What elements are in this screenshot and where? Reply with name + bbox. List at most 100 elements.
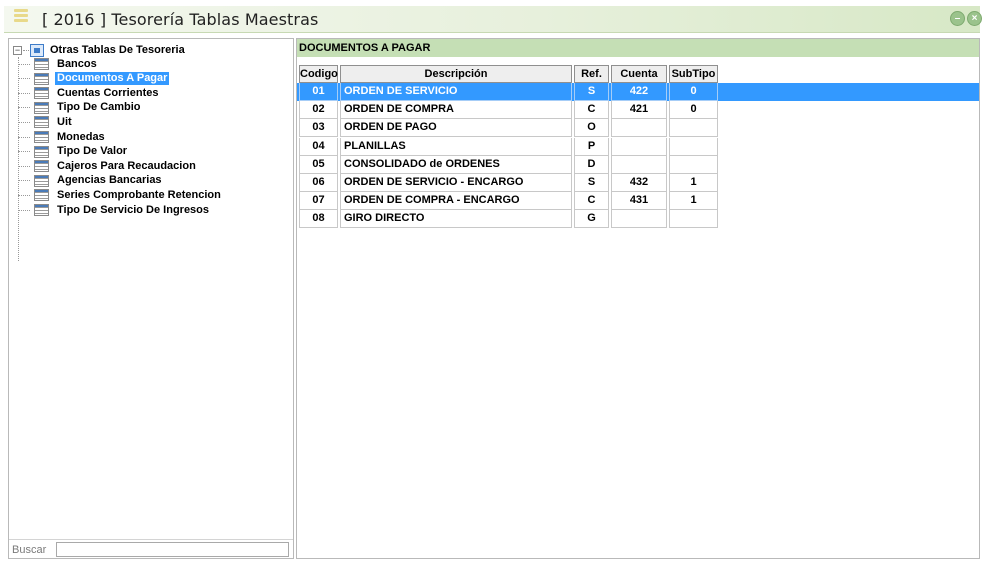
cell-descripcion[interactable]: ORDEN DE SERVICIO	[340, 83, 572, 101]
cell-cuenta[interactable]	[611, 155, 667, 174]
close-circle-icon[interactable]: ×	[967, 11, 982, 26]
cell-codigo[interactable]: 02	[299, 101, 338, 120]
table-icon	[34, 160, 49, 173]
table-icon	[34, 131, 49, 143]
column-header-subtipo[interactable]: SubTipo	[669, 65, 718, 83]
tree-item-label: Tipo De Cambio	[57, 101, 141, 114]
cell-subtipo[interactable]: 1	[669, 192, 718, 211]
table-icon	[34, 58, 49, 70]
cell-subtipo[interactable]	[669, 119, 718, 138]
cell-codigo[interactable]: 07	[299, 192, 338, 211]
cell-descripcion[interactable]: CONSOLIDADO de ORDENES	[340, 155, 572, 174]
cell-cuenta[interactable]: 431	[611, 192, 667, 211]
cell-descripcion[interactable]: GIRO DIRECTO	[340, 210, 572, 229]
detail-panel: DOCUMENTOS A PAGAR Codigo Descripción Re…	[296, 38, 980, 559]
table-row[interactable]: 02 ORDEN DE COMPRA C 421 0	[297, 101, 979, 120]
tree-item[interactable]: Bancos	[18, 57, 99, 71]
cell-subtipo[interactable]: 0	[669, 83, 718, 101]
search-label: Buscar	[12, 544, 47, 556]
cell-descripcion[interactable]: ORDEN DE PAGO	[340, 119, 572, 138]
table-icon	[34, 204, 49, 216]
cell-codigo[interactable]: 06	[299, 174, 338, 192]
cell-descripcion[interactable]: ORDEN DE COMPRA	[340, 101, 572, 120]
table-icon	[34, 189, 49, 202]
minimize-circle-icon[interactable]: –	[950, 11, 965, 26]
tree-item[interactable]: Cajeros Para Recaudacion	[18, 159, 198, 173]
tree-item-label: Series Comprobante Retencion	[57, 188, 221, 201]
column-header-cuenta[interactable]: Cuenta	[611, 65, 667, 83]
grid-header-row: Codigo Descripción Ref. Cuenta SubTipo	[297, 65, 979, 83]
tree-item[interactable]: Uit	[18, 115, 74, 129]
tree-item[interactable]: Documentos A Pagar	[18, 72, 170, 86]
cell-ref[interactable]: P	[574, 137, 609, 156]
tree-item-label: Tipo De Valor	[57, 145, 128, 158]
cell-codigo[interactable]: 03	[299, 119, 338, 138]
cell-cuenta[interactable]	[611, 137, 667, 156]
table-row[interactable]: 08 GIRO DIRECTO G	[297, 210, 979, 229]
tree-root-label: Otras Tablas De Tesoreria	[50, 44, 185, 56]
column-header-codigo[interactable]: Codigo	[299, 65, 338, 83]
table-icon	[34, 72, 49, 85]
cell-codigo[interactable]: 08	[299, 210, 338, 229]
cell-subtipo[interactable]	[669, 137, 718, 156]
tree-root[interactable]: − Otras Tablas De Tesoreria	[13, 43, 185, 57]
cell-subtipo[interactable]: 0	[669, 101, 718, 120]
tree-panel: − Otras Tablas De Tesoreria Bancos Docume…	[8, 38, 294, 559]
cell-descripcion[interactable]: PLANILLAS	[340, 137, 572, 156]
tree-item-label: Agencias Bancarias	[57, 174, 162, 187]
cell-descripcion[interactable]: ORDEN DE COMPRA - ENCARGO	[340, 192, 572, 211]
cell-ref[interactable]: C	[574, 192, 609, 211]
tree-item[interactable]: Cuentas Corrientes	[18, 86, 160, 100]
tree-item-label: Cuentas Corrientes	[57, 86, 159, 99]
cell-cuenta[interactable]	[611, 119, 667, 138]
tree-item[interactable]: Tipo De Servicio De Ingresos	[18, 203, 211, 217]
tree-item-label: Tipo De Servicio De Ingresos	[57, 203, 210, 216]
folder-tables-icon	[30, 43, 44, 57]
cell-descripcion[interactable]: ORDEN DE SERVICIO - ENCARGO	[340, 174, 572, 192]
column-header-ref[interactable]: Ref.	[574, 65, 609, 83]
tree-item-label: Bancos	[57, 57, 97, 70]
table-row[interactable]: 01 ORDEN DE SERVICIO S 422 0	[297, 83, 979, 101]
cell-ref[interactable]: G	[574, 210, 609, 229]
search-bar: Buscar	[9, 539, 293, 558]
column-header-descripcion[interactable]: Descripción	[340, 65, 572, 83]
table-icon	[34, 101, 49, 114]
cell-subtipo[interactable]: 1	[669, 174, 718, 192]
hamburger-menu-icon[interactable]	[14, 9, 28, 25]
tree-item[interactable]: Tipo De Valor	[18, 145, 129, 159]
table-row[interactable]: 03 ORDEN DE PAGO O	[297, 119, 979, 138]
table-icon	[34, 87, 49, 100]
search-input[interactable]	[56, 542, 289, 557]
section-title: DOCUMENTOS A PAGAR	[297, 39, 979, 57]
table-row[interactable]: 07 ORDEN DE COMPRA - ENCARGO C 431 1	[297, 192, 979, 211]
cell-ref[interactable]: D	[574, 155, 609, 174]
tree-item-label: Monedas	[57, 130, 105, 143]
tree-item-label: Uit	[57, 115, 72, 128]
tree-item-label: Cajeros Para Recaudacion	[57, 159, 196, 172]
cell-cuenta[interactable]	[611, 210, 667, 229]
tree-item[interactable]: Series Comprobante Retencion	[18, 188, 223, 202]
table-icon	[34, 116, 49, 129]
tree-item[interactable]: Monedas	[18, 130, 107, 144]
cell-ref[interactable]: O	[574, 119, 609, 138]
table-icon	[34, 145, 49, 158]
cell-subtipo[interactable]	[669, 210, 718, 229]
cell-codigo[interactable]: 05	[299, 155, 338, 174]
cell-ref[interactable]: S	[574, 83, 609, 101]
tree-view: − Otras Tablas De Tesoreria Bancos Docume…	[9, 39, 293, 539]
table-icon	[34, 174, 49, 187]
cell-codigo[interactable]: 04	[299, 137, 338, 156]
table-row[interactable]: 06 ORDEN DE SERVICIO - ENCARGO S 432 1	[297, 174, 979, 192]
table-row[interactable]: 05 CONSOLIDADO de ORDENES D	[297, 155, 979, 174]
cell-ref[interactable]: S	[574, 174, 609, 192]
cell-ref[interactable]: C	[574, 101, 609, 120]
cell-subtipo[interactable]	[669, 155, 718, 174]
cell-codigo[interactable]: 01	[299, 83, 338, 101]
cell-cuenta[interactable]: 421	[611, 101, 667, 120]
tree-item[interactable]: Agencias Bancarias	[18, 174, 164, 188]
table-row[interactable]: 04 PLANILLAS P	[297, 137, 979, 156]
cell-cuenta[interactable]: 422	[611, 83, 667, 101]
collapse-icon[interactable]: −	[13, 45, 22, 55]
tree-item[interactable]: Tipo De Cambio	[18, 101, 143, 115]
cell-cuenta[interactable]: 432	[611, 174, 667, 192]
